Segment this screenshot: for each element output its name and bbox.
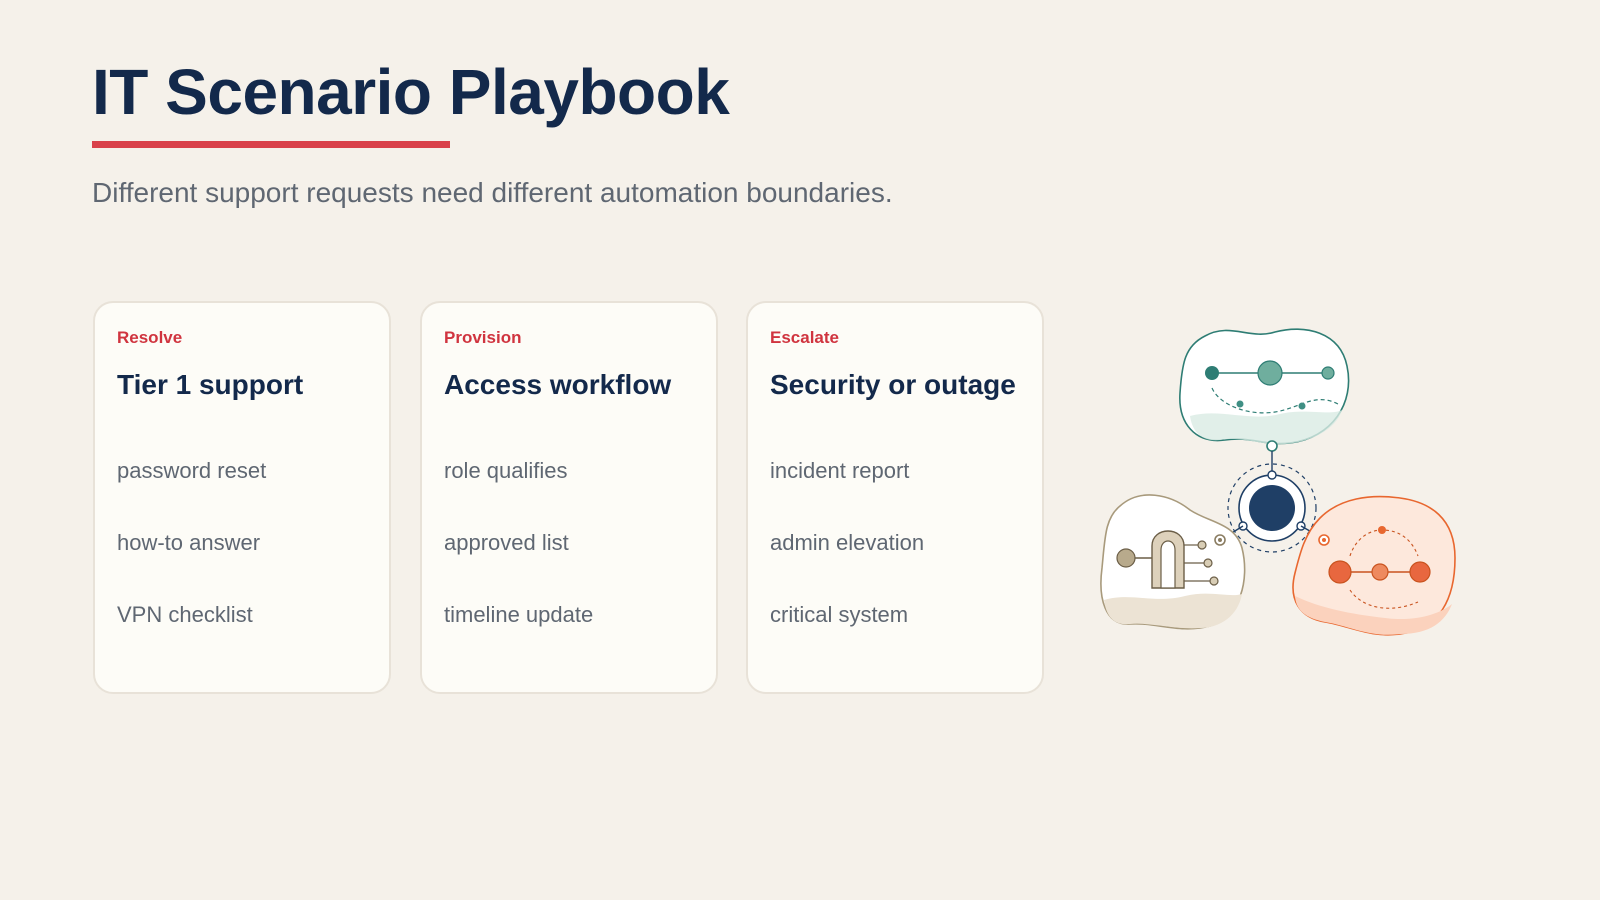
card-kicker: Resolve <box>117 328 183 347</box>
card-kicker: Provision <box>444 328 522 347</box>
card-resolve: Resolve Tier 1 support password reset ho… <box>93 301 391 694</box>
card-item: approved list <box>444 530 569 555</box>
card-title: Security or outage <box>770 369 1016 400</box>
card-item: role qualifies <box>444 458 568 483</box>
card-title: Tier 1 support <box>117 369 304 400</box>
page-subtitle: Different support requests need differen… <box>92 177 893 208</box>
card-title: Access workflow <box>444 369 672 400</box>
title-underline <box>92 141 450 148</box>
card-item: VPN checklist <box>117 602 253 627</box>
page-title: IT Scenario Playbook <box>92 56 730 128</box>
card-item: incident report <box>770 458 910 483</box>
card-item: password reset <box>117 458 267 483</box>
card-item: admin elevation <box>770 530 925 555</box>
network-hub-illustration <box>1100 328 1456 636</box>
card-provision: Provision Access workflow role qualifies… <box>420 301 718 694</box>
card-item: how-to answer <box>117 530 261 555</box>
card-escalate: Escalate Security or outage incident rep… <box>746 301 1044 694</box>
card-kicker: Escalate <box>770 328 839 347</box>
card-item: critical system <box>770 602 909 627</box>
card-item: timeline update <box>444 602 594 627</box>
teal-cluster-icon <box>1179 328 1350 452</box>
orange-network-icon <box>1292 495 1456 636</box>
beige-gateway-icon <box>1100 494 1246 630</box>
